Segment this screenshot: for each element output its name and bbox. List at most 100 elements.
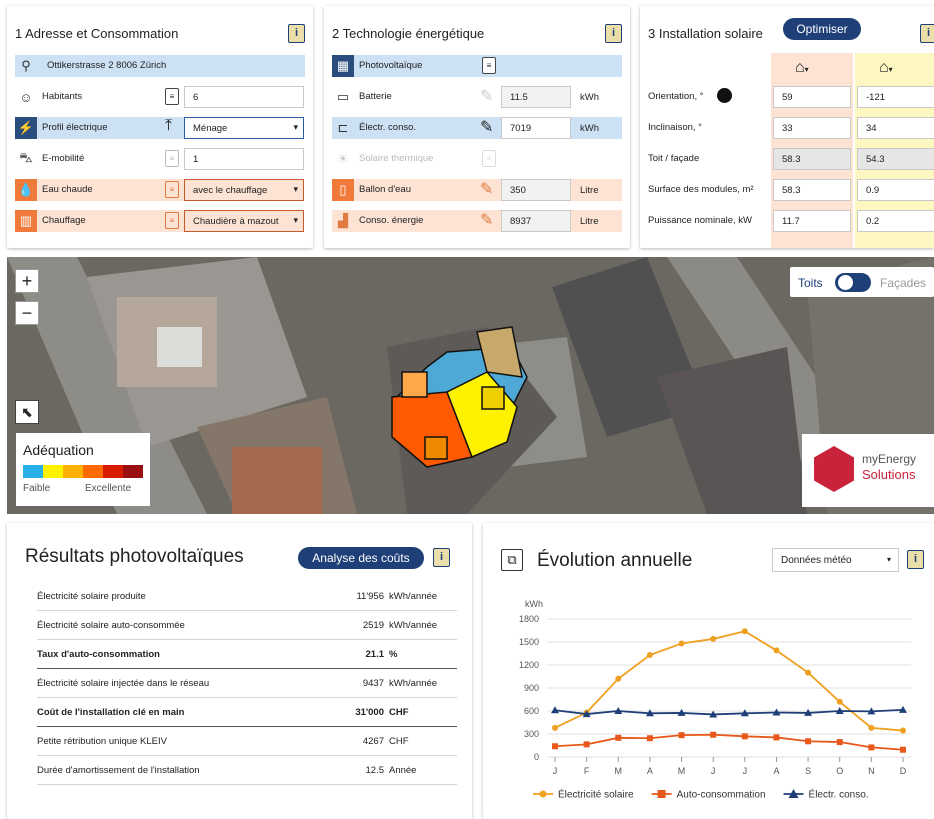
x-tick-label: O — [836, 766, 843, 776]
toggle-facades-label: Façades — [880, 276, 927, 290]
result-label: Électricité solaire auto-consommée — [37, 620, 185, 631]
document-icon[interactable]: ≡ — [165, 150, 179, 167]
expand-icon[interactable]: ⧉ — [501, 549, 523, 571]
water-tank-input[interactable]: 350 — [501, 179, 571, 201]
result-unit: CHF — [389, 707, 409, 718]
x-tick-label: J — [743, 766, 748, 776]
chevron-down-icon: ▾ — [886, 555, 891, 564]
consumption-label: Électr. conso. — [359, 122, 417, 133]
y-tick-label: 1500 — [519, 637, 539, 647]
inclination-a-input[interactable]: 33 — [773, 117, 851, 139]
panel-pv-results: Résultats photovoltaïques Analyse des co… — [7, 523, 472, 819]
roof-facade-b-value: 54.3 — [857, 148, 934, 170]
x-tick-label: S — [805, 766, 811, 776]
result-unit: kWh/année — [389, 620, 438, 631]
data-point — [646, 652, 653, 659]
solar-panel-icon: ▦ — [332, 55, 354, 77]
panel-title: 3 Installation solaire — [648, 26, 763, 41]
info-button[interactable]: i — [907, 550, 924, 569]
emobility-input[interactable]: 1 — [184, 148, 304, 170]
address-row[interactable]: ⚲ Ottikerstrasse 2 8006 Zürich — [15, 55, 305, 77]
edit-icon[interactable]: ✎ — [480, 210, 493, 230]
nominal-power-a-input[interactable]: 11.7 — [773, 210, 851, 232]
cost-analysis-button[interactable]: Analyse des coûts — [298, 547, 424, 569]
orientation-b-input[interactable]: -121 — [857, 86, 934, 108]
x-tick-label: J — [711, 766, 716, 776]
x-tick-label: M — [678, 766, 686, 776]
pv-row[interactable]: ▦ Photovoltaïque — [332, 55, 622, 77]
battery-unit: kWh — [580, 92, 599, 103]
legend-swatch — [63, 465, 83, 478]
panel-title: 1 Adresse et Consommation — [15, 26, 179, 41]
document-icon[interactable]: ≡ — [482, 150, 496, 167]
module-area-a-input[interactable]: 58.3 — [773, 179, 851, 201]
roof-facade-label: Toit / façade — [648, 153, 700, 164]
aerial-map[interactable]: + − ⬉ Toits Façades Adéquation Faible Ex… — [7, 257, 934, 514]
data-point — [836, 698, 843, 705]
module-area-b-input[interactable]: 0.9 — [857, 179, 934, 201]
result-value: 31'000 — [355, 707, 384, 718]
select-cursor-icon[interactable]: ⬉ — [15, 400, 39, 424]
data-point — [741, 628, 748, 635]
consumption-input[interactable]: 7019 — [501, 117, 571, 139]
data-point — [646, 735, 653, 742]
roof-facade-toggle[interactable]: Toits Façades — [790, 267, 934, 297]
result-value: 21.1 — [365, 649, 385, 660]
x-tick-label: A — [773, 766, 779, 776]
legend-swatch — [23, 465, 43, 478]
stairs-icon: ▟ — [338, 213, 348, 228]
electric-profile-select[interactable]: Ménage — [184, 117, 304, 139]
data-point — [615, 734, 622, 741]
y-tick-label: 600 — [524, 706, 539, 716]
result-unit: kWh/année — [389, 591, 438, 602]
upload-icon[interactable]: ⤒ — [165, 117, 172, 135]
heating-select[interactable]: Chaudière à mazout — [184, 210, 304, 232]
info-button[interactable]: i — [920, 24, 934, 43]
legend-low: Faible — [23, 483, 51, 494]
result-unit: Année — [389, 765, 417, 776]
result-label: Électricité solaire injectée dans le rés… — [37, 678, 210, 689]
hot-water-select[interactable]: avec le chauffage — [184, 179, 304, 201]
legend-high: Excellente — [85, 483, 132, 494]
document-icon[interactable]: ≡ — [482, 57, 496, 74]
battery-input[interactable]: 11.5 — [501, 86, 571, 108]
document-icon[interactable]: ≡ — [165, 181, 179, 198]
optimise-button[interactable]: Optimiser — [783, 18, 861, 40]
edit-icon[interactable]: ✎ — [480, 179, 493, 199]
data-point — [805, 669, 812, 676]
toggle-switch[interactable] — [835, 273, 871, 292]
energy-consumption-input[interactable]: 8937 — [501, 210, 571, 232]
consumption-unit: kWh — [580, 123, 599, 134]
nominal-power-b-input[interactable]: 0.2 — [857, 210, 934, 232]
inhabitants-input[interactable]: 6 — [184, 86, 304, 108]
energy-consumption-label: Conso. énergie — [359, 215, 424, 226]
weather-data-select[interactable]: Données météo ▾ — [772, 548, 899, 572]
brand-name-2: Solutions — [862, 467, 916, 482]
data-point — [552, 724, 558, 731]
battery-icon: ▭ — [336, 89, 350, 104]
emobility-label: E-mobilité — [42, 153, 85, 164]
roof-b-dropdown[interactable]: ⌂▾ — [879, 59, 893, 77]
info-button[interactable]: i — [288, 24, 305, 43]
result-value: 4267 — [362, 736, 384, 747]
zoom-out-button[interactable]: − — [15, 301, 39, 325]
results-title: Résultats photovoltaïques — [25, 546, 244, 567]
edit-icon[interactable]: ✎ — [480, 117, 493, 137]
roof-facade-a-value: 58.3 — [773, 148, 851, 170]
result-row: Taux d'auto-consommation 21.1% — [37, 640, 457, 669]
document-icon[interactable]: ≡ — [165, 88, 179, 105]
roof-a-dropdown[interactable]: ⌂▾ — [795, 59, 809, 77]
water-tank-unit: Litre — [580, 185, 599, 196]
zoom-in-button[interactable]: + — [15, 269, 39, 293]
x-tick-label: M — [615, 766, 623, 776]
legend-swatch — [123, 465, 143, 478]
document-icon[interactable]: ≡ — [165, 212, 179, 229]
edit-icon[interactable]: ✎ — [480, 86, 493, 106]
orientation-a-input[interactable]: 59 — [773, 86, 851, 108]
series-line — [554, 630, 904, 732]
info-button[interactable]: i — [605, 24, 622, 43]
info-button[interactable]: i — [433, 548, 450, 567]
annual-evolution-chart: kWh 0 300 600 900 1200 1500 1800 J F M A M J J A S O N D Éle… — [519, 599, 911, 801]
inclination-b-input[interactable]: 34 — [857, 117, 934, 139]
result-label: Coût de l'installation clé en main — [37, 707, 185, 718]
